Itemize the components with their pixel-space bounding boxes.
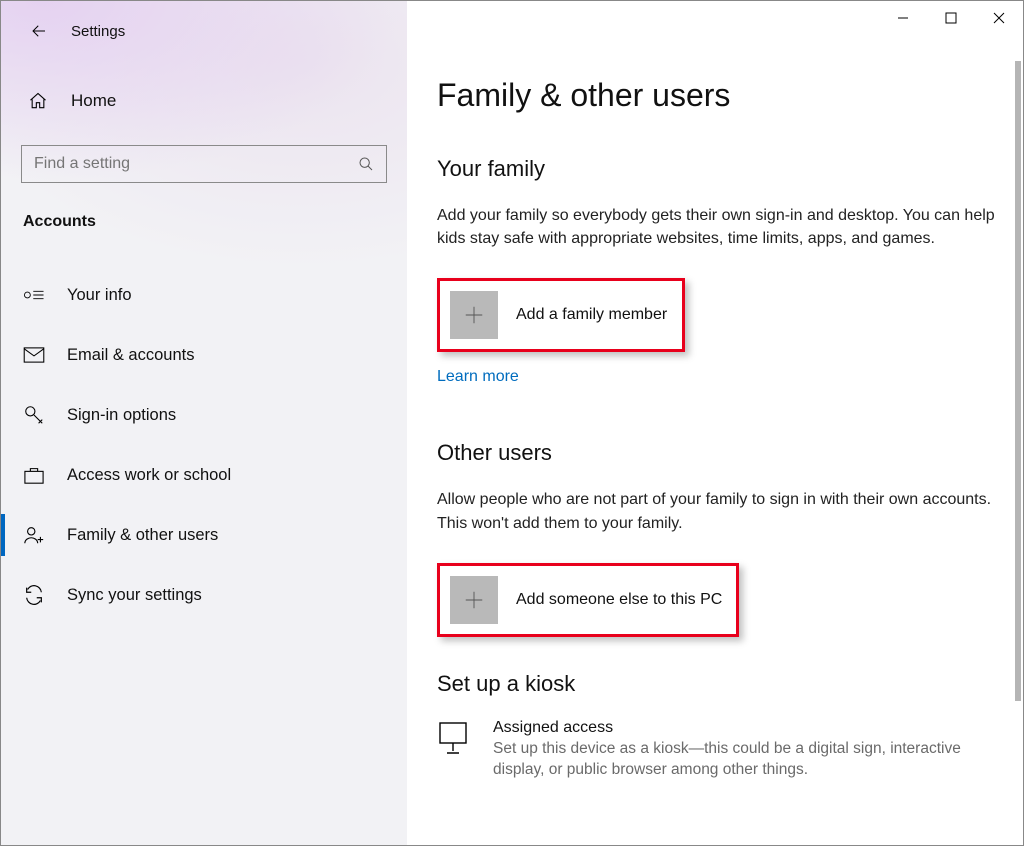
plus-tile: [450, 576, 498, 624]
back-button[interactable]: [29, 21, 49, 41]
search-box[interactable]: [21, 145, 387, 183]
monitor-icon: [437, 719, 469, 757]
heading-your-family: Your family: [437, 156, 999, 182]
search-icon: [358, 156, 374, 172]
sidebar-item-label: Your info: [67, 286, 132, 305]
sidebar-item-signin[interactable]: Sign-in options: [1, 385, 407, 445]
person-card-icon: [23, 284, 45, 306]
add-other-label: Add someone else to this PC: [516, 591, 722, 609]
add-family-member-button[interactable]: Add a family member: [437, 278, 685, 352]
kiosk-item[interactable]: Assigned access Set up this device as a …: [437, 719, 997, 781]
scrollbar-thumb[interactable]: [1015, 61, 1021, 701]
window-controls: [879, 1, 1023, 35]
mail-icon: [23, 344, 45, 366]
other-description: Allow people who are not part of your fa…: [437, 488, 997, 534]
settings-sidebar: Settings Home Accounts Your info Email &…: [1, 1, 407, 845]
sidebar-item-your-info[interactable]: Your info: [1, 265, 407, 325]
family-description: Add your family so everybody gets their …: [437, 204, 997, 250]
sync-icon: [23, 584, 45, 606]
sidebar-item-label: Sync your settings: [67, 586, 202, 605]
nav-list: Your info Email & accounts Sign-in optio…: [1, 265, 407, 625]
home-label: Home: [71, 91, 116, 111]
sidebar-item-label: Sign-in options: [67, 406, 176, 425]
close-button[interactable]: [975, 1, 1023, 35]
sidebar-item-workschool[interactable]: Access work or school: [1, 445, 407, 505]
home-icon: [27, 90, 49, 112]
kiosk-description: Set up this device as a kiosk—this could…: [493, 739, 997, 781]
sidebar-item-sync[interactable]: Sync your settings: [1, 565, 407, 625]
sidebar-item-email[interactable]: Email & accounts: [1, 325, 407, 385]
page-title: Family & other users: [437, 77, 999, 114]
home-nav[interactable]: Home: [1, 81, 407, 121]
plus-icon: [463, 304, 485, 326]
sidebar-item-label: Access work or school: [67, 466, 231, 485]
heading-other-users: Other users: [437, 440, 999, 466]
sidebar-item-family[interactable]: Family & other users: [1, 505, 407, 565]
add-family-label: Add a family member: [516, 306, 667, 324]
key-icon: [23, 404, 45, 426]
minimize-button[interactable]: [879, 1, 927, 35]
maximize-button[interactable]: [927, 1, 975, 35]
people-plus-icon: [23, 524, 45, 546]
content-pane: Family & other users Your family Add you…: [407, 1, 1023, 845]
sidebar-item-label: Family & other users: [67, 526, 218, 545]
plus-icon: [463, 589, 485, 611]
learn-more-link[interactable]: Learn more: [437, 368, 519, 386]
search-input[interactable]: [34, 155, 333, 173]
titlebar: Settings: [1, 1, 407, 47]
category-heading: Accounts: [23, 213, 407, 231]
kiosk-title: Assigned access: [493, 719, 997, 737]
plus-tile: [450, 291, 498, 339]
window-title: Settings: [71, 23, 125, 40]
arrow-left-icon: [30, 22, 48, 40]
sidebar-item-label: Email & accounts: [67, 346, 194, 365]
briefcase-icon: [23, 464, 45, 486]
add-other-user-button[interactable]: Add someone else to this PC: [437, 563, 739, 637]
heading-kiosk: Set up a kiosk: [437, 671, 999, 697]
scrollbar-track[interactable]: [1015, 61, 1021, 821]
